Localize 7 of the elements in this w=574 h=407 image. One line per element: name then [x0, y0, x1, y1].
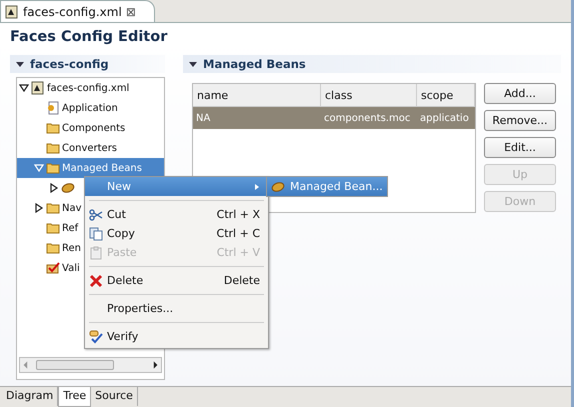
- tab-title: faces-config.xml: [23, 4, 122, 18]
- table-cell-text: components.moc: [323, 112, 412, 126]
- section-title: Managed Beans: [203, 57, 306, 71]
- table-cell-text: applicatio: [419, 112, 470, 126]
- section-title: faces-config: [30, 57, 109, 71]
- table-cell-text: NA: [195, 112, 212, 126]
- editor-title: Faces Config Editor: [10, 29, 168, 45]
